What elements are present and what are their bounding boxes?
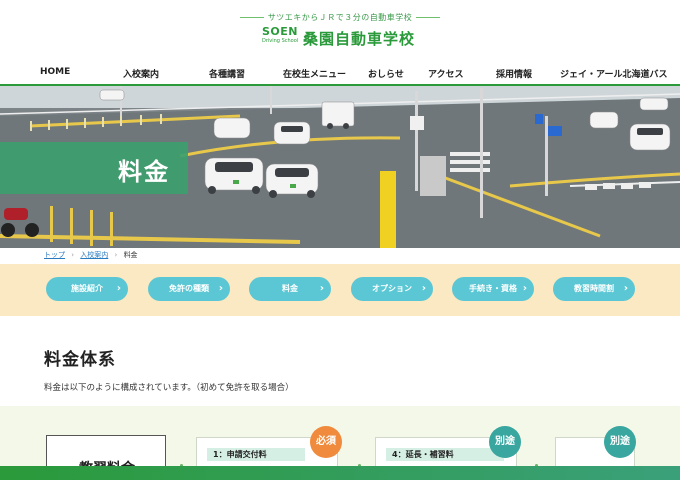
chevron-right-icon: › — [116, 283, 121, 294]
subnav-label: 施設紹介 — [71, 284, 103, 293]
subnav-label: 料金 — [282, 284, 298, 293]
tagline: サツエキからＪＲで３分の自動車学校 — [0, 12, 680, 23]
logo[interactable]: SOEN Driving School — [262, 26, 302, 48]
chevron-right-icon: › — [522, 283, 527, 294]
separate-badge: 別途 — [489, 426, 521, 458]
chevron-right-icon: › — [319, 283, 324, 294]
separate-badge: 別途 — [604, 426, 636, 458]
subnav-fees[interactable]: 料金 › — [249, 277, 331, 301]
footer-strip — [0, 466, 680, 480]
nav-item-access[interactable]: アクセス — [428, 67, 464, 80]
site-header: サツエキからＪＲで３分の自動車学校 SOEN Driving School 桑園… — [0, 0, 680, 62]
section-description: 料金は以下のように構成されています。（初めて免許を取る場合） — [44, 383, 294, 393]
breadcrumb-top[interactable]: トップ — [44, 251, 65, 259]
nav-item-jr-bus[interactable]: ジェイ・アール北海道バス — [560, 67, 667, 80]
nav-item-courses[interactable]: 各種講習 — [209, 67, 245, 80]
chevron-right-icon: › — [114, 251, 118, 259]
nav-item-news[interactable]: おしらせ — [368, 67, 404, 80]
chevron-right-icon: › — [71, 251, 75, 259]
breadcrumb-admission[interactable]: 入校案内 — [80, 251, 108, 259]
nav-item-recruit[interactable]: 採用情報 — [496, 67, 532, 80]
subnav-timetable[interactable]: 教習時間割 › — [553, 277, 635, 301]
chevron-right-icon: › — [623, 283, 628, 294]
tagline-rule-right — [416, 17, 441, 18]
subnav-label: 教習時間割 — [574, 284, 614, 293]
nav-item-home[interactable]: HOME — [40, 67, 70, 77]
subnav-facilities[interactable]: 施設紹介 › — [46, 277, 128, 301]
tagline-text: サツエキからＪＲで３分の自動車学校 — [267, 13, 413, 22]
fee-card-label: 4：延長・補習料 — [386, 448, 504, 461]
chevron-right-icon: › — [421, 283, 426, 294]
school-name[interactable]: 桑園自動車学校 — [303, 28, 415, 49]
subnav-label: 手続き・資格 — [469, 284, 517, 293]
fee-card-label: 1：申請交付料 — [207, 448, 305, 461]
subnav-label: オプション — [372, 284, 412, 293]
logo-mark: SOEN — [262, 25, 298, 38]
required-badge: 必須 — [310, 426, 342, 458]
logo-sub: Driving School — [262, 38, 299, 44]
subnav-band: 施設紹介 › 免許の種類 › 料金 › オプション › 手続き・資格 › 教習時間割 › — [0, 264, 680, 316]
chevron-right-icon: › — [218, 283, 223, 294]
section-title: 料金体系 — [44, 350, 116, 370]
main-nav: HOME 入校案内 各種講習 在校生メニュー おしらせ アクセス 採用情報 ジェ… — [0, 62, 680, 86]
tagline-rule-left — [239, 17, 264, 18]
nav-item-student-menu[interactable]: 在校生メニュー — [283, 67, 346, 80]
page-title: 料金 — [0, 142, 188, 194]
breadcrumb-current: 料金 — [123, 251, 138, 259]
subnav-procedures[interactable]: 手続き・資格 › — [452, 277, 534, 301]
subnav-label: 免許の種類 — [169, 284, 209, 293]
breadcrumb: トップ › 入校案内 › 料金 — [44, 250, 138, 260]
nav-item-admission[interactable]: 入校案内 — [123, 67, 159, 80]
subnav-options[interactable]: オプション › — [351, 277, 433, 301]
subnav-license-types[interactable]: 免許の種類 › — [148, 277, 230, 301]
